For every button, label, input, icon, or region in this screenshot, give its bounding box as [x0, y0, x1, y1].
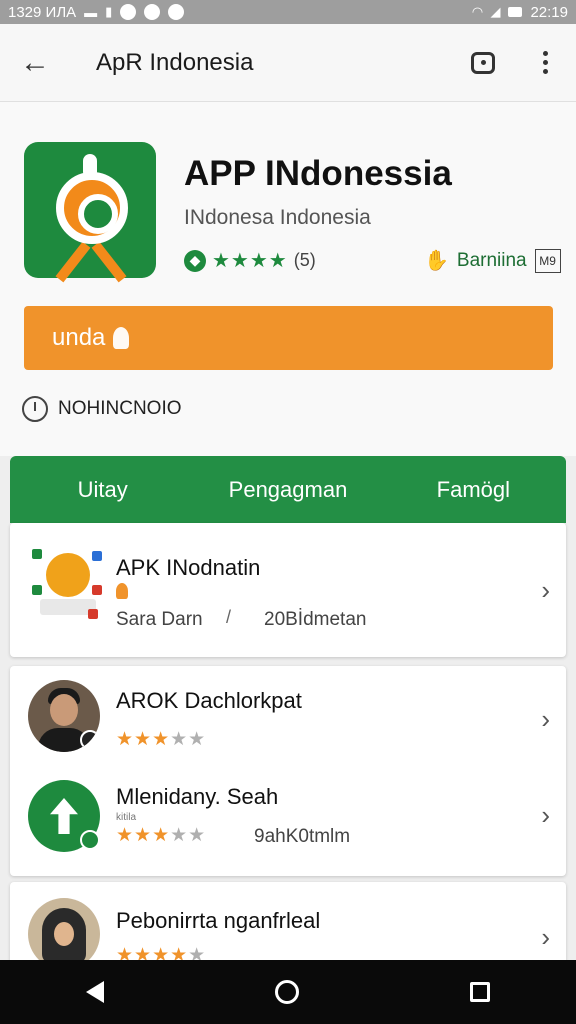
tab-famogl[interactable]: Famögl	[381, 477, 566, 503]
list-card: AROK Dachlorkpat ★★★★★ › Mlenidany. Seah…	[10, 666, 566, 876]
avatar	[28, 780, 100, 852]
install-label: unda	[52, 324, 106, 351]
app-name: APP INdonessia	[184, 154, 452, 193]
list-item-size: 9ahK0tmlm	[254, 826, 351, 847]
app-logo-icon	[24, 142, 156, 283]
nav-back-icon[interactable]	[85, 981, 104, 1003]
nav-recents-icon[interactable]	[470, 982, 491, 1002]
app-notification-icon	[120, 4, 137, 20]
tab-pengagman[interactable]: Pengagman	[195, 477, 380, 503]
list-item[interactable]: Pebonirrta nganfrleal ★★★★★ ›	[10, 882, 566, 972]
tab-bar: Uitay Pengagman Famögl	[10, 456, 566, 523]
badge-label: Barniina	[456, 249, 527, 271]
list-item-tag: kitila	[116, 812, 137, 823]
meta-row: NOHINCNOIO	[22, 396, 182, 422]
rating-stars: ★★★★★	[116, 825, 207, 846]
content-badge: ✋ Barniina M9	[424, 248, 561, 273]
chevron-right-icon: ›	[541, 575, 550, 605]
nav-home-icon[interactable]	[274, 980, 299, 1004]
status-time-left: 1329 ИЛА	[8, 3, 77, 21]
rating-stars: ★★★★★	[116, 729, 207, 750]
message-button[interactable]	[452, 51, 514, 74]
flame-icon	[116, 583, 128, 599]
meta-text: NOHINCNOIO	[58, 398, 182, 419]
chevron-right-icon: ›	[541, 800, 550, 830]
install-button[interactable]: unda	[24, 306, 553, 370]
list-item-author: Sara Darn	[116, 609, 203, 630]
rating-count: (5)	[293, 250, 316, 270]
upload-icon	[50, 798, 78, 834]
mail-icon: ▬	[84, 4, 98, 20]
list-item-title: AROK Dachlorkpat	[116, 688, 302, 713]
arrow-left-icon[interactable]: ←	[0, 46, 70, 80]
message-icon	[471, 51, 495, 74]
shield-notification-icon	[168, 4, 185, 20]
avatar	[28, 680, 100, 752]
system-nav-bar	[0, 960, 576, 1024]
page-title: ApR Indonesia	[96, 48, 254, 76]
status-time-right: 22:19	[530, 3, 568, 21]
badge-icon	[80, 730, 100, 750]
more-vert-icon	[542, 51, 548, 74]
list-item-title: Pebonirrta nganfrleal	[116, 908, 321, 933]
wifi-icon: ◠	[472, 4, 483, 19]
list-item-title: APK INodnatin	[116, 555, 261, 580]
battery-icon	[508, 7, 523, 17]
more-options-button[interactable]	[514, 51, 576, 74]
app-developer[interactable]: INdonesa Indonesia	[184, 206, 371, 230]
tag-icon: ◆	[184, 249, 206, 272]
chevron-right-icon: ›	[541, 922, 550, 952]
signal-icon: ◢	[490, 4, 501, 19]
tab-uitay[interactable]: Uitay	[10, 477, 195, 503]
app-thumbnail-icon	[30, 545, 106, 625]
rating-box: M9	[534, 248, 561, 273]
badge-icon	[80, 830, 100, 850]
clock-icon	[22, 396, 48, 422]
camera-notification-icon	[144, 4, 161, 20]
thumbs-up-icon: ✋	[424, 250, 449, 272]
list-item-title: Mlenidany. Seah	[116, 784, 279, 809]
app-bar: ← ApR Indonesia	[0, 24, 576, 102]
list-item[interactable]: Mlenidany. Seah kitila ★★★★★ 9ahK0tmlm ›	[10, 766, 566, 876]
rating-stars: ★★★★	[212, 250, 288, 272]
chevron-right-icon: ›	[541, 704, 550, 734]
list-item-size: 20Bİdmetan	[264, 609, 367, 630]
notification-icon: ▮	[105, 4, 113, 19]
app-header: APP INdonessia INdonesa Indonesia ◆ ★★★★…	[0, 102, 576, 456]
divider-slash: /	[226, 607, 232, 627]
list-item[interactable]: AROK Dachlorkpat ★★★★★ ›	[10, 666, 566, 766]
app-rating: ◆ ★★★★ (5)	[184, 248, 316, 273]
status-bar: 1329 ИЛА ▬ ▮ ◠ ◢ 22:19	[0, 0, 576, 24]
list-item[interactable]: APK INodnatin Sara Darn / 20Bİdmetan ›	[10, 523, 566, 657]
flame-icon	[113, 327, 130, 349]
